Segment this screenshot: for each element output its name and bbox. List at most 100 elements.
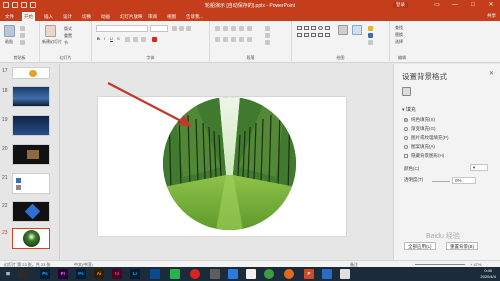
cut-icon[interactable] — [20, 26, 25, 31]
lightroom-icon[interactable]: Lr — [130, 269, 140, 279]
text-direction-icon[interactable] — [265, 26, 270, 31]
layout-button[interactable]: 版式 — [64, 26, 72, 32]
line-spacing-icon[interactable] — [247, 26, 252, 31]
chrome-icon[interactable] — [264, 269, 274, 279]
more-shapes-icon[interactable] — [325, 33, 330, 37]
radio-button[interactable] — [404, 145, 408, 149]
slide-thumbnail-19[interactable] — [12, 115, 50, 136]
shape-outline-icon[interactable] — [368, 33, 373, 38]
file-explorer-icon[interactable] — [18, 269, 28, 279]
columns-icon[interactable] — [247, 37, 252, 42]
clear-format-icon[interactable] — [186, 26, 191, 31]
tab-transitions[interactable]: 切换 — [80, 12, 93, 21]
find-button[interactable]: 查找 — [395, 25, 403, 31]
app-icon[interactable] — [322, 269, 332, 279]
quick-styles-icon[interactable] — [352, 25, 362, 35]
minimize-button[interactable]: — — [446, 0, 464, 11]
paste-icon[interactable] — [4, 25, 15, 37]
tab-insert[interactable]: 插入 — [42, 12, 55, 21]
picture-fill-option[interactable]: 图片或纹理填充(P) — [404, 135, 449, 141]
align-text-icon[interactable] — [265, 33, 270, 38]
format-painter-icon[interactable] — [20, 40, 25, 45]
illustrator-icon[interactable]: Ai — [94, 269, 104, 279]
share-button[interactable]: 共享 — [487, 12, 496, 20]
textbox-shape-icon[interactable] — [297, 33, 302, 37]
font-color-icon[interactable] — [152, 37, 157, 42]
reset-button[interactable]: 重置 — [64, 33, 72, 39]
align-center-icon[interactable] — [223, 37, 228, 42]
premiere-icon[interactable]: Pr — [58, 269, 68, 279]
checkbox[interactable] — [404, 154, 408, 158]
pane-close-button[interactable]: ✕ — [489, 70, 494, 77]
smartart-icon[interactable] — [265, 40, 270, 45]
slide-thumbnail-17[interactable] — [12, 67, 50, 79]
close-button[interactable]: ✕ — [482, 0, 500, 11]
browser-icon[interactable] — [284, 269, 294, 279]
copy-icon[interactable] — [20, 33, 25, 38]
powerpoint-icon[interactable]: P — [304, 269, 314, 279]
photoshop-icon[interactable]: Ps — [40, 269, 50, 279]
font-name-field[interactable] — [96, 25, 148, 32]
slide-thumbnail-22[interactable] — [12, 201, 50, 222]
replace-button[interactable]: 替换 — [395, 32, 403, 38]
system-clock[interactable]: 0:40 2020/4/4 — [480, 268, 496, 279]
solid-fill-option[interactable]: 纯色填充(S) — [404, 117, 435, 123]
arrow-shape-icon[interactable] — [304, 26, 309, 30]
align-left-icon[interactable] — [215, 37, 220, 42]
shape-fill-icon[interactable] — [368, 26, 373, 31]
decrease-indent-icon[interactable] — [231, 26, 236, 31]
app-icon[interactable] — [170, 269, 180, 279]
tab-home[interactable]: 开始 — [22, 12, 35, 21]
italic-icon[interactable]: I — [104, 36, 105, 41]
tab-slideshow[interactable]: 幻灯片放映 — [118, 12, 145, 21]
section-button[interactable]: 节 — [64, 40, 68, 46]
gradient-fill-option[interactable]: 渐变填充(G) — [404, 126, 436, 132]
numbering-icon[interactable] — [223, 26, 228, 31]
brace-shape-icon[interactable] — [311, 33, 316, 37]
select-button[interactable]: 选择 — [395, 39, 403, 45]
slide-thumbnail-23[interactable] — [12, 228, 50, 249]
tab-design[interactable]: 设计 — [61, 12, 74, 21]
app-icon[interactable] — [190, 269, 200, 279]
radio-button[interactable] — [404, 118, 408, 122]
transparency-slider[interactable] — [432, 181, 450, 182]
app-icon[interactable] — [210, 269, 220, 279]
slide-thumbnail-21[interactable] — [12, 173, 50, 194]
shrink-font-icon[interactable] — [179, 26, 184, 31]
arrange-icon[interactable] — [338, 25, 348, 35]
ribbon-options-icon[interactable]: ▭ — [428, 0, 446, 11]
color-picker-button[interactable]: ▾ — [470, 164, 488, 171]
callout-shape-icon[interactable] — [304, 33, 309, 37]
fill-section-header[interactable]: ▾ 填充 — [402, 106, 416, 113]
font-size-field[interactable] — [150, 25, 168, 32]
shadow-icon[interactable]: S — [117, 36, 120, 41]
tab-animations[interactable]: 动画 — [99, 12, 112, 21]
grow-font-icon[interactable] — [172, 26, 177, 31]
shape-effects-icon[interactable] — [368, 40, 373, 45]
triangle-shape-icon[interactable] — [325, 26, 330, 30]
maximize-button[interactable]: □ — [464, 0, 482, 11]
oval-shape-icon[interactable] — [318, 26, 323, 30]
app-icon[interactable] — [246, 269, 256, 279]
star-shape-icon[interactable] — [318, 33, 323, 37]
tell-me-search[interactable]: 告诉我... — [184, 12, 205, 21]
rectangle-shape-icon[interactable] — [311, 26, 316, 30]
app-icon[interactable] — [340, 269, 350, 279]
line-shape-icon[interactable] — [297, 26, 302, 30]
app-icon[interactable] — [150, 269, 160, 279]
change-case-icon[interactable] — [141, 37, 146, 42]
hide-background-graphics-option[interactable]: 隐藏背景图形(H) — [404, 153, 444, 159]
fill-paint-bucket-icon[interactable] — [402, 87, 411, 96]
strikethrough-icon[interactable] — [125, 37, 130, 42]
transparency-field[interactable]: 0% — [452, 177, 476, 184]
indesign-icon[interactable]: Id — [112, 269, 122, 279]
increase-indent-icon[interactable] — [239, 26, 244, 31]
underline-icon[interactable]: U — [110, 36, 113, 41]
windows-start-icon[interactable]: ⊞ — [3, 269, 13, 279]
tab-file[interactable]: 文件 — [3, 12, 16, 21]
tab-review[interactable]: 审阅 — [146, 12, 159, 21]
radio-button[interactable] — [404, 136, 408, 140]
bold-icon[interactable]: B — [97, 36, 100, 41]
slide-thumbnail-20[interactable] — [12, 144, 50, 165]
zoom-slider[interactable] — [415, 264, 465, 265]
